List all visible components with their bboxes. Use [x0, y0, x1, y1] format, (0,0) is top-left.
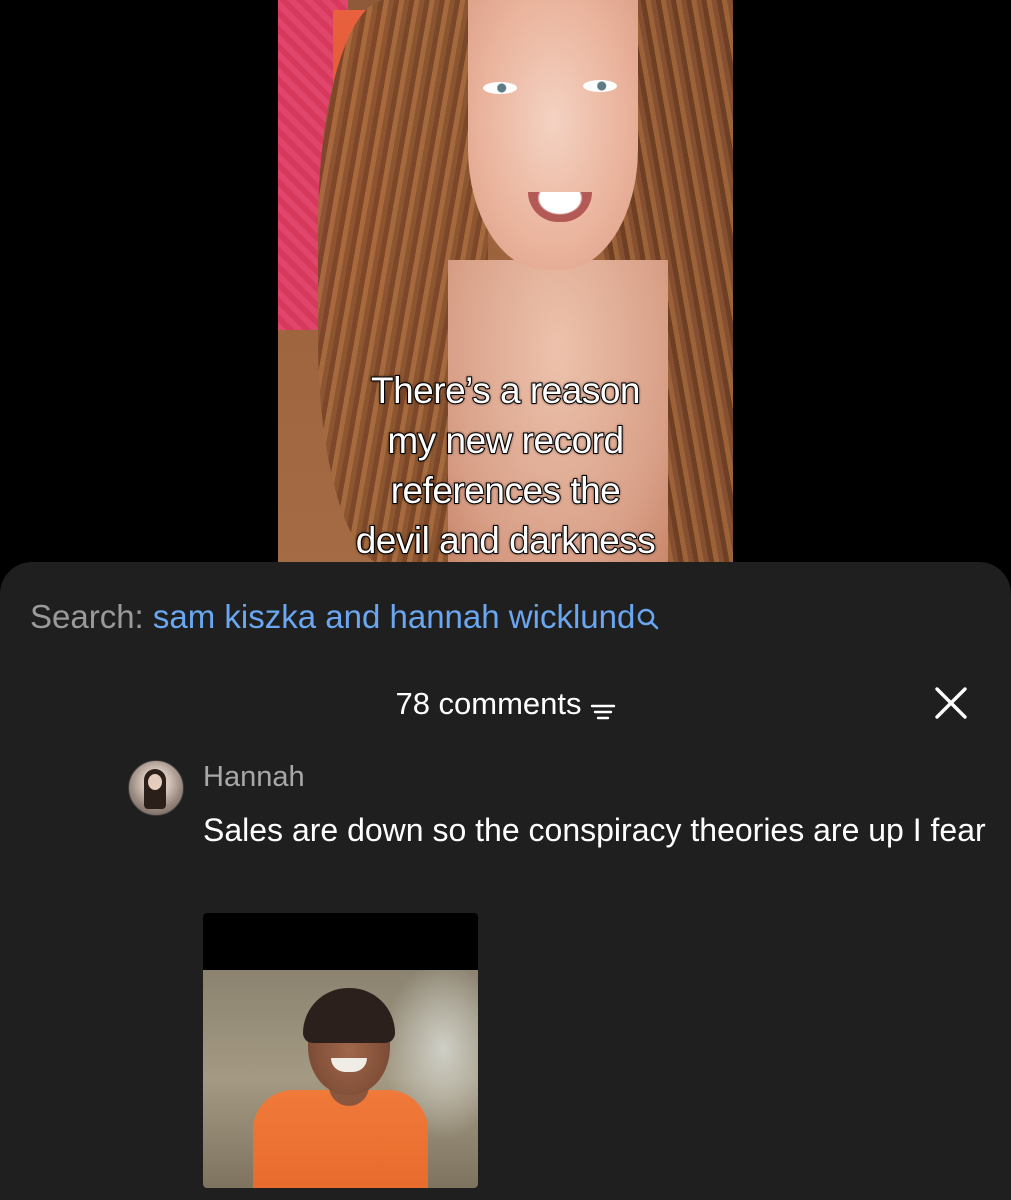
video-face [468, 0, 638, 270]
search-label: Search: [30, 598, 144, 635]
caption-line: There’s a reason [370, 369, 641, 412]
caption-line: devil and darkness [355, 519, 657, 562]
screen: There’s a reason my new record reference… [0, 0, 1011, 1200]
sort-icon[interactable] [590, 692, 616, 720]
comment-username[interactable]: Hannah [203, 758, 305, 796]
comments-sheet: Search: sam kiszka and hannah wicklund 7… [0, 562, 1011, 1200]
avatar[interactable] [128, 760, 184, 816]
comments-count: 78 comments [395, 686, 582, 721]
video-caption: There’s a reason my new record reference… [278, 366, 733, 566]
comment-image-scene [203, 970, 478, 1188]
comment-image[interactable] [203, 913, 478, 1188]
search-icon[interactable] [636, 601, 660, 630]
comments-header: 78 comments [0, 682, 1011, 726]
close-icon[interactable] [933, 685, 969, 721]
comment-image-shirt [253, 1090, 428, 1188]
comment-image-hair [303, 988, 395, 1043]
comment-text: Sales are down so the conspiracy theorie… [203, 812, 986, 848]
video-eye-left [483, 82, 517, 94]
search-suggestion[interactable]: Search: sam kiszka and hannah wicklund [30, 595, 660, 639]
search-query-link[interactable]: sam kiszka and hannah wicklund [153, 598, 635, 635]
video-eye-right [583, 80, 617, 92]
caption-line: my new record [386, 419, 625, 462]
caption-line: references the [390, 469, 622, 512]
